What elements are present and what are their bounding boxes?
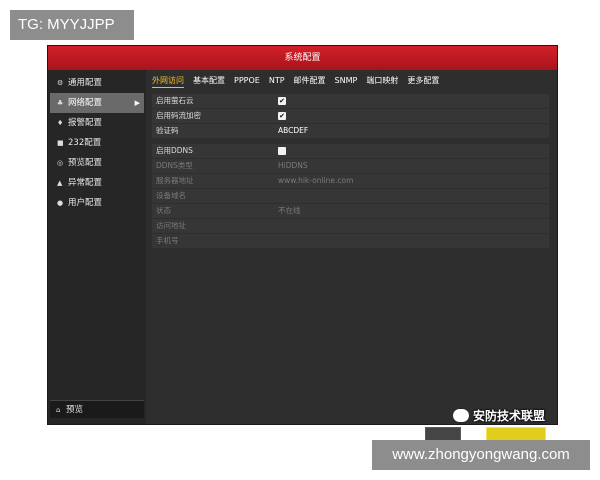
window-title: 系统配置 [48,46,557,70]
sidebar-item-label: 异常配置 [68,178,103,188]
tab-port-mapping[interactable]: 端口映射 [366,74,398,88]
sidebar-item-preview-config[interactable]: ◎ 预览配置 [50,153,144,173]
row-verification-code: 验证码 ABCDEF [152,124,549,138]
row-enable-ddns: 启用DDNS [152,144,549,158]
verification-code-field[interactable]: ABCDEF [278,124,308,138]
server-address-field: www.hik-online.com [278,176,354,185]
row-enable-ezviz: 启用萤石云 ✔ [152,94,549,108]
row-enable-stream-encryption: 启用码流加密 ✔ [152,109,549,123]
enable-ddns-checkbox[interactable] [278,147,286,155]
watermark-text: 安防技术联盟 [473,409,546,423]
sidebar-item-general[interactable]: ⚙ 通用配置 [50,73,144,93]
apply-button[interactable] [486,427,546,441]
home-icon: ⌂ [56,406,61,414]
row-label: 启用萤石云 [156,96,194,105]
sidebar-item-label: 232配置 [68,138,102,148]
alarm-bell-icon: ♦ [57,119,64,127]
sidebar-item-user[interactable]: ● 用户配置 [50,193,144,213]
row-status: 状态 不在线 [152,204,549,218]
sidebar-item-alarm[interactable]: ♦ 报警配置 [50,113,144,133]
row-label: 服务器地址 [156,176,194,185]
sidebar-item-network[interactable]: ♣ 网络配置 ▶ [50,93,144,113]
row-label: 验证码 [156,126,179,135]
row-label: 启用码流加密 [156,111,201,120]
tab-external-access[interactable]: 外网访问 [152,74,184,88]
network-icon: ♣ [57,99,64,107]
tab-basic-config[interactable]: 基本配置 [193,74,225,88]
sidebar-item-label: 用户配置 [68,198,103,208]
tab-snmp[interactable]: SNMP [335,74,358,88]
preview-button[interactable]: ⌂ 预览 [50,400,144,418]
wechat-watermark: 安防技术联盟 [453,406,545,426]
settings-form: 启用萤石云 ✔ 启用码流加密 ✔ 验证码 ABCDEF 启用DDNS DDNS类… [152,94,549,249]
row-device-domain: 设备域名 [152,189,549,203]
website-tag: www.zhongyongwang.com [372,440,590,470]
sidebar-item-label: 预览配置 [68,158,103,168]
row-phone-number: 手机号 [152,234,549,248]
warning-icon: ▲ [57,179,63,187]
tab-bar: 外网访问 基本配置 PPPOE NTP 邮件配置 SNMP 端口映射 更多配置 [152,74,448,88]
telegram-tag: TG: MYYJJPP [10,10,134,40]
user-icon: ● [57,199,64,207]
sidebar-item-232[interactable]: ■ 232配置 [50,133,144,153]
preview-label: 预览 [66,405,84,415]
eye-icon: ◎ [57,159,64,167]
row-label: DDNS类型 [156,161,193,170]
tab-email-config[interactable]: 邮件配置 [294,74,326,88]
tab-ntp[interactable]: NTP [269,74,285,88]
tab-more-config[interactable]: 更多配置 [407,74,439,88]
sidebar-item-label: 报警配置 [68,118,103,128]
gear-icon: ⚙ [57,79,64,87]
serial-port-icon: ■ [57,139,64,147]
wechat-icon [453,409,469,422]
sidebar: ⚙ 通用配置 ♣ 网络配置 ▶ ♦ 报警配置 ■ 232配置 ◎ 预览配置 ▲ … [48,70,146,424]
ddns-type-select: HiDDNS [278,161,308,170]
row-label: 设备域名 [156,191,186,200]
main-panel: 外网访问 基本配置 PPPOE NTP 邮件配置 SNMP 端口映射 更多配置 … [146,70,557,441]
secondary-button[interactable] [425,427,461,441]
row-label: 启用DDNS [156,146,193,155]
sidebar-item-label: 网络配置 [68,98,103,108]
row-label: 状态 [156,206,171,215]
tab-pppoe[interactable]: PPPOE [234,74,260,88]
row-server-address: 服务器地址 www.hik-online.com [152,174,549,188]
enable-ezviz-checkbox[interactable]: ✔ [278,97,286,105]
stream-encryption-checkbox[interactable]: ✔ [278,112,286,120]
row-access-address: 访问地址 [152,219,549,233]
sidebar-item-label: 通用配置 [68,78,103,88]
system-config-window: 系统配置 ⚙ 通用配置 ♣ 网络配置 ▶ ♦ 报警配置 ■ 232配置 ◎ 预览… [47,45,558,441]
row-ddns-type: DDNS类型 HiDDNS [152,159,549,173]
screenshot: { "overlay": { "top_left_tag": "TG: MYYJ… [0,0,600,480]
sidebar-item-exception[interactable]: ▲ 异常配置 [50,173,144,193]
chevron-right-icon: ▶ [134,99,140,107]
row-label: 手机号 [156,236,179,245]
row-label: 访问地址 [156,221,186,230]
status-value: 不在线 [278,206,301,215]
